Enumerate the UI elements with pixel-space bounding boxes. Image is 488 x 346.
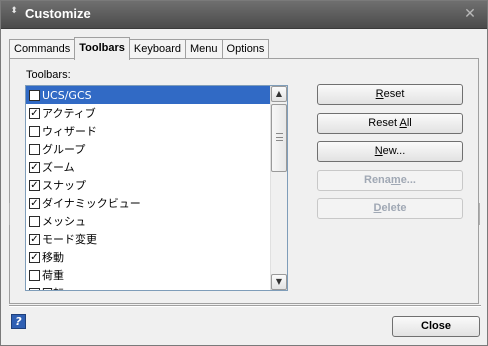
toolbar-item-label: 荷重: [42, 269, 64, 282]
customize-dialog: ⬍ Customize ✕ Commands Toolbars Keyboard…: [0, 0, 488, 346]
toolbar-checkbox[interactable]: [29, 287, 40, 290]
dialog-title: Customize: [25, 6, 91, 21]
toolbar-item-label: メッシュ: [42, 215, 86, 228]
toolbar-item-label: スナップ: [42, 179, 86, 192]
thumb-grip-icon: [276, 133, 283, 141]
collapse-grip-icon[interactable]: ⬍: [9, 7, 19, 22]
toolbar-checkbox[interactable]: [29, 179, 40, 191]
bottom-separator: [9, 305, 481, 307]
toolbar-checkbox[interactable]: [29, 89, 40, 101]
toolbar-checkbox[interactable]: [29, 107, 40, 119]
tab-commands[interactable]: Commands: [9, 39, 76, 59]
title-bar[interactable]: ⬍ Customize ✕: [1, 1, 487, 29]
toolbars-list-items: UCS/GCS アクティブウィザードグループズームスナップダイナミックビューメッシ…: [26, 86, 270, 290]
list-scrollbar[interactable]: ▲ ▼: [270, 86, 287, 290]
toolbar-item-label: アクティブ: [42, 107, 96, 120]
close-icon[interactable]: ✕: [463, 7, 477, 21]
close-button[interactable]: Close: [392, 316, 480, 337]
button-label: Reset All: [368, 117, 412, 129]
list-item[interactable]: モード変更: [26, 230, 270, 248]
tab-keyboard[interactable]: Keyboard: [128, 39, 186, 59]
rename-button[interactable]: Rename...: [317, 170, 463, 191]
toolbars-label: Toolbars:: [26, 69, 71, 81]
left-resize-mark: [9, 203, 10, 225]
toolbar-item-label: モード変更: [42, 233, 97, 246]
button-label: Delete: [373, 202, 407, 214]
tab-toolbars[interactable]: Toolbars: [74, 37, 130, 60]
tab-menu[interactable]: Menu: [184, 39, 223, 59]
list-item[interactable]: ダイナミックビュー: [26, 194, 270, 212]
list-item[interactable]: メッシュ: [26, 212, 270, 230]
list-item[interactable]: UCS/GCS: [26, 86, 270, 104]
reset-button[interactable]: Reset: [317, 84, 463, 105]
toolbars-panel: Toolbars: UCS/GCS アクティブウィザードグループズームスナップダイ…: [9, 58, 479, 304]
tab-strip: Commands Toolbars Keyboard Menu Options: [9, 37, 270, 60]
toolbar-item-label: ズーム: [42, 161, 75, 174]
reset-all-button[interactable]: Reset All: [317, 113, 463, 134]
toolbar-item-label: 移動: [42, 251, 64, 264]
list-item[interactable]: 回転: [26, 284, 270, 290]
list-item[interactable]: アクティブ: [26, 104, 270, 122]
toolbar-checkbox[interactable]: [29, 233, 40, 245]
list-item[interactable]: グループ: [26, 140, 270, 158]
list-item[interactable]: スナップ: [26, 176, 270, 194]
list-item[interactable]: ズーム: [26, 158, 270, 176]
list-item[interactable]: 移動: [26, 248, 270, 266]
toolbar-item-label: 回転: [42, 285, 64, 290]
toolbar-checkbox[interactable]: [29, 197, 40, 209]
toolbar-checkbox[interactable]: [29, 161, 40, 173]
scroll-up-icon[interactable]: ▲: [271, 86, 287, 102]
new-button[interactable]: New...: [317, 141, 463, 162]
toolbar-checkbox[interactable]: [29, 143, 40, 155]
delete-button[interactable]: Delete: [317, 198, 463, 219]
toolbar-item-label: UCS/GCS: [42, 88, 92, 102]
toolbar-item-label: グループ: [42, 143, 86, 156]
toolbar-checkbox[interactable]: [29, 215, 40, 227]
button-label: Rename...: [364, 174, 416, 186]
toolbar-checkbox[interactable]: [29, 269, 40, 281]
button-label: Reset: [375, 88, 405, 100]
scroll-thumb[interactable]: [271, 104, 287, 172]
help-icon[interactable]: ?: [11, 314, 26, 329]
toolbar-checkbox[interactable]: [29, 251, 40, 263]
list-item[interactable]: ウィザード: [26, 122, 270, 140]
scroll-down-icon[interactable]: ▼: [271, 274, 287, 290]
toolbar-item-label: ダイナミックビュー: [42, 197, 141, 210]
tab-options[interactable]: Options: [221, 39, 270, 59]
toolbar-item-label: ウィザード: [42, 125, 97, 138]
right-resize-mark: [479, 203, 480, 225]
toolbars-listbox[interactable]: UCS/GCS アクティブウィザードグループズームスナップダイナミックビューメッシ…: [25, 85, 288, 291]
toolbar-checkbox[interactable]: [29, 125, 40, 137]
button-label: New...: [374, 145, 406, 157]
list-item[interactable]: 荷重: [26, 266, 270, 284]
